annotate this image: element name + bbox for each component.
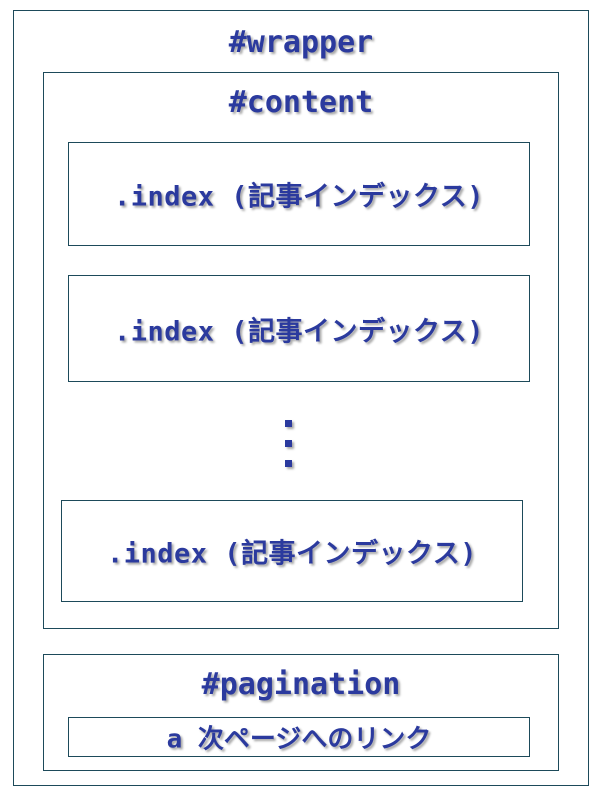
ellipsis-dot bbox=[285, 420, 292, 427]
index-label: .index (記事インデックス) bbox=[114, 181, 484, 213]
index-label: .index (記事インデックス) bbox=[114, 316, 484, 347]
ellipsis-dot bbox=[285, 460, 292, 467]
index-label: .index (記事インデックス) bbox=[107, 538, 477, 570]
index-box-1: .index (記事インデックス) bbox=[68, 142, 530, 246]
index-box-2: .index (記事インデックス) bbox=[68, 275, 530, 382]
index-box-3: .index (記事インデックス) bbox=[61, 500, 523, 602]
pagination-label: #pagination bbox=[201, 667, 401, 702]
pagination-link-box[interactable]: a 次ページへのリンク bbox=[68, 717, 530, 757]
wrapper-label: #wrapper bbox=[228, 25, 374, 60]
ellipsis-dot bbox=[285, 440, 292, 447]
pagination-link-label[interactable]: a 次ページへのリンク bbox=[69, 719, 529, 756]
ellipsis-vertical bbox=[279, 418, 299, 478]
content-label: #content bbox=[228, 85, 374, 120]
